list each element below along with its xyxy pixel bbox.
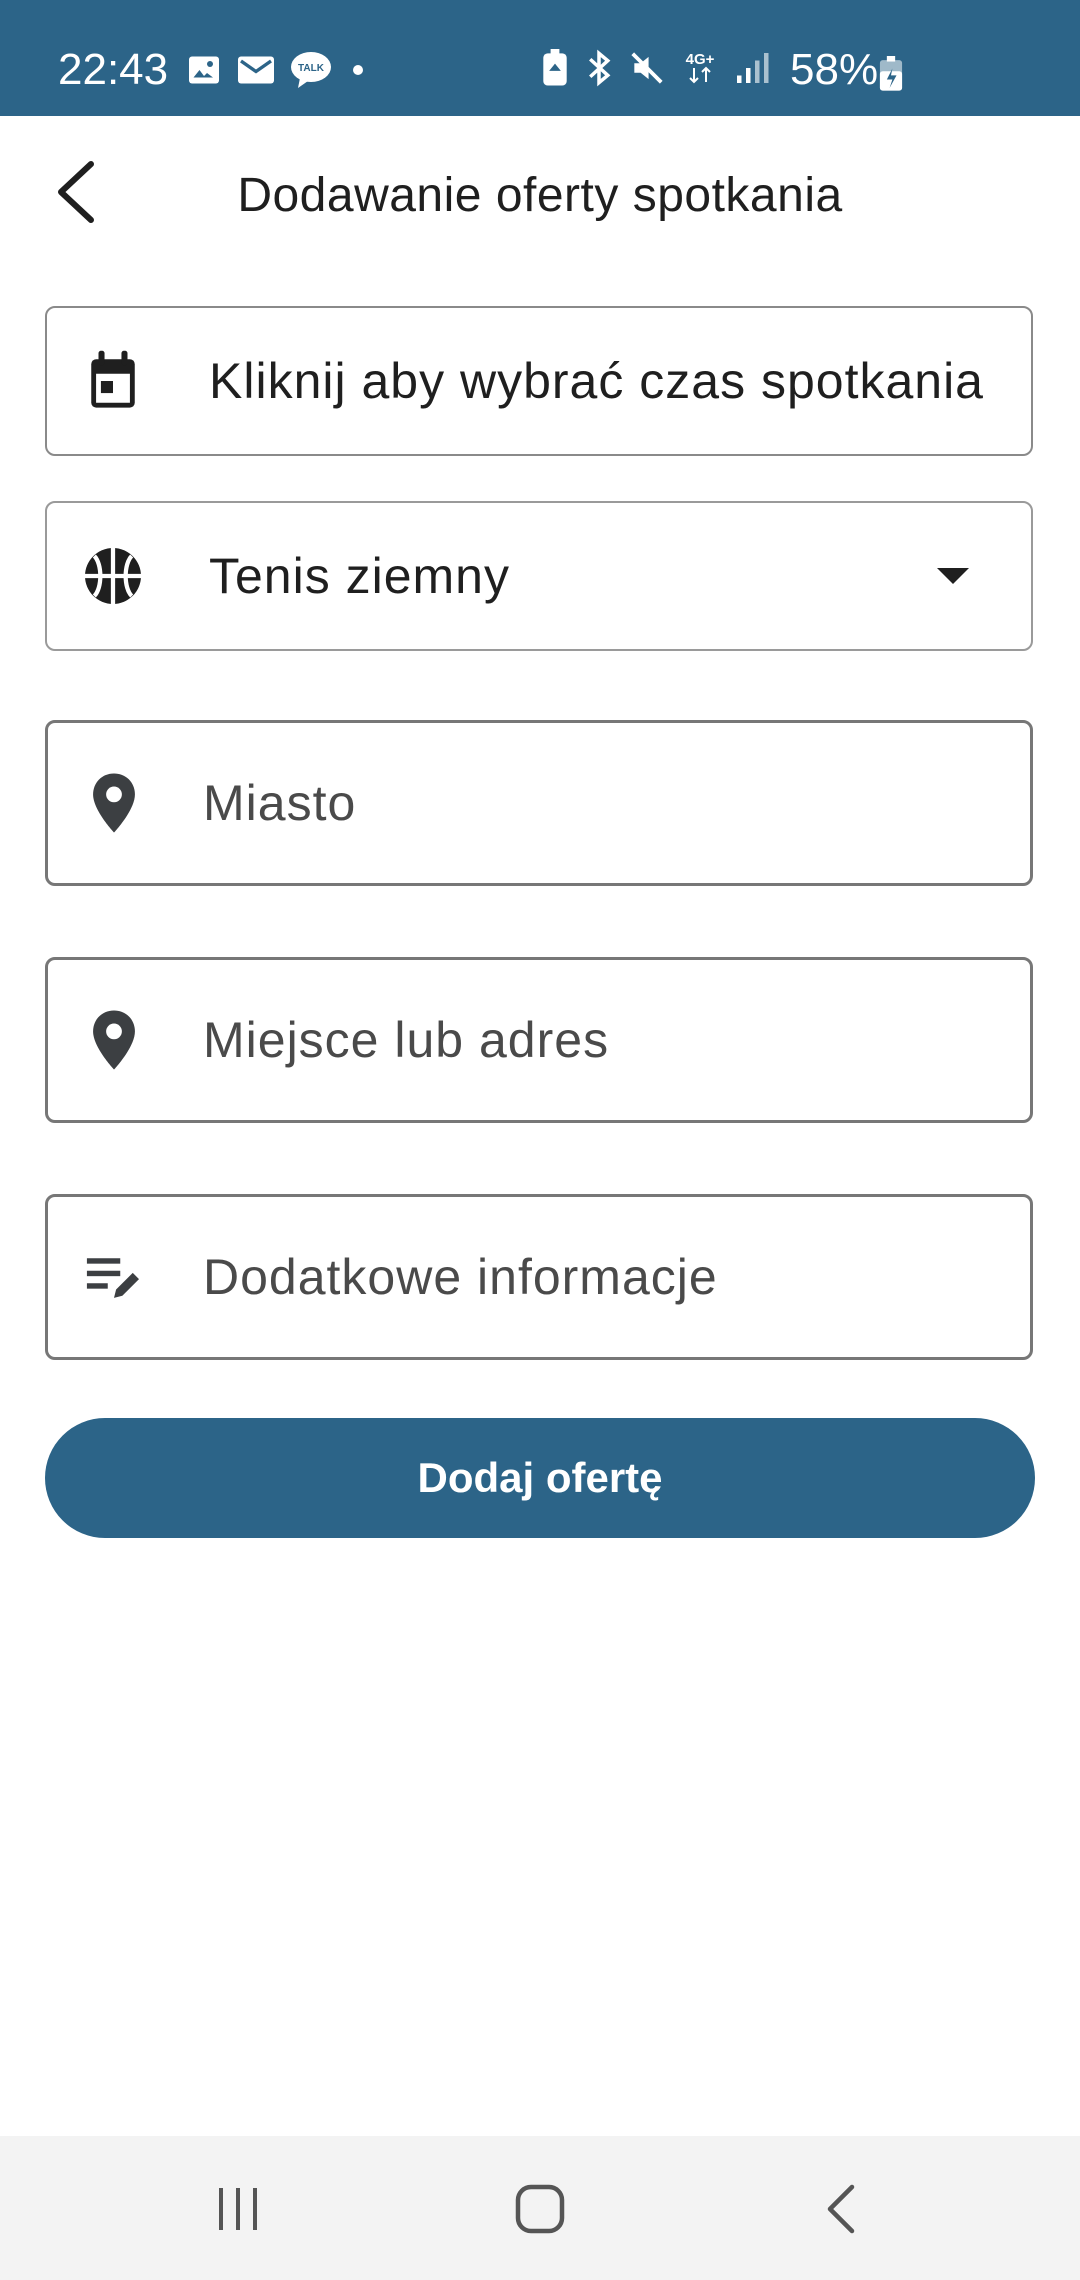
location-pin-icon xyxy=(82,1008,146,1072)
talk-icon-label: TALK xyxy=(298,63,325,74)
page-title: Dodawanie oferty spotkania xyxy=(237,169,843,222)
edit-note-icon xyxy=(82,1245,146,1309)
info-field[interactable] xyxy=(45,1194,1033,1360)
app-bar: Dodawanie oferty spotkania xyxy=(0,116,1080,266)
mail-icon xyxy=(236,52,276,93)
notification-icons: TALK xyxy=(186,50,370,95)
bluetooth-icon xyxy=(584,49,614,92)
status-bar: 22:43 TALK 4G+ 58% xyxy=(0,0,1080,116)
nav-back-icon xyxy=(822,2183,862,2240)
sport-select[interactable]: Tenis ziemny xyxy=(45,501,1033,651)
info-input[interactable] xyxy=(203,1197,983,1357)
home-button[interactable] xyxy=(490,2176,590,2246)
sports-ball-icon xyxy=(81,544,145,608)
system-icons: 4G+ xyxy=(540,48,770,93)
network-4g-label: 4G+ xyxy=(686,51,715,68)
gallery-icon xyxy=(186,52,222,93)
place-input[interactable] xyxy=(203,960,983,1120)
meeting-time-label: Kliknij aby wybrać czas spotkania xyxy=(209,353,984,409)
place-field[interactable] xyxy=(45,957,1033,1123)
nav-back-button[interactable] xyxy=(792,2176,892,2246)
home-icon xyxy=(514,2183,566,2240)
mute-icon xyxy=(628,49,666,92)
city-field[interactable] xyxy=(45,720,1033,886)
location-pin-icon xyxy=(82,771,146,835)
city-input[interactable] xyxy=(203,723,983,883)
battery-saver-icon xyxy=(540,49,570,92)
add-offer-button[interactable]: Dodaj ofertę xyxy=(45,1418,1035,1538)
sport-selected-value: Tenis ziemny xyxy=(209,548,510,604)
status-time: 22:43 xyxy=(58,45,169,94)
system-nav-bar xyxy=(0,2136,1080,2280)
battery-percent: 58% xyxy=(790,45,879,94)
recent-apps-icon xyxy=(213,2184,263,2239)
calendar-icon xyxy=(81,349,145,413)
signal-icon xyxy=(734,49,770,92)
talk-icon: TALK xyxy=(290,50,332,95)
battery-icon xyxy=(878,56,904,97)
network-4g-icon: 4G+ xyxy=(680,48,720,93)
chevron-down-icon xyxy=(937,568,969,584)
dot-icon xyxy=(346,58,370,87)
meeting-time-picker[interactable]: Kliknij aby wybrać czas spotkania xyxy=(45,306,1033,456)
recent-apps-button[interactable] xyxy=(188,2176,288,2246)
